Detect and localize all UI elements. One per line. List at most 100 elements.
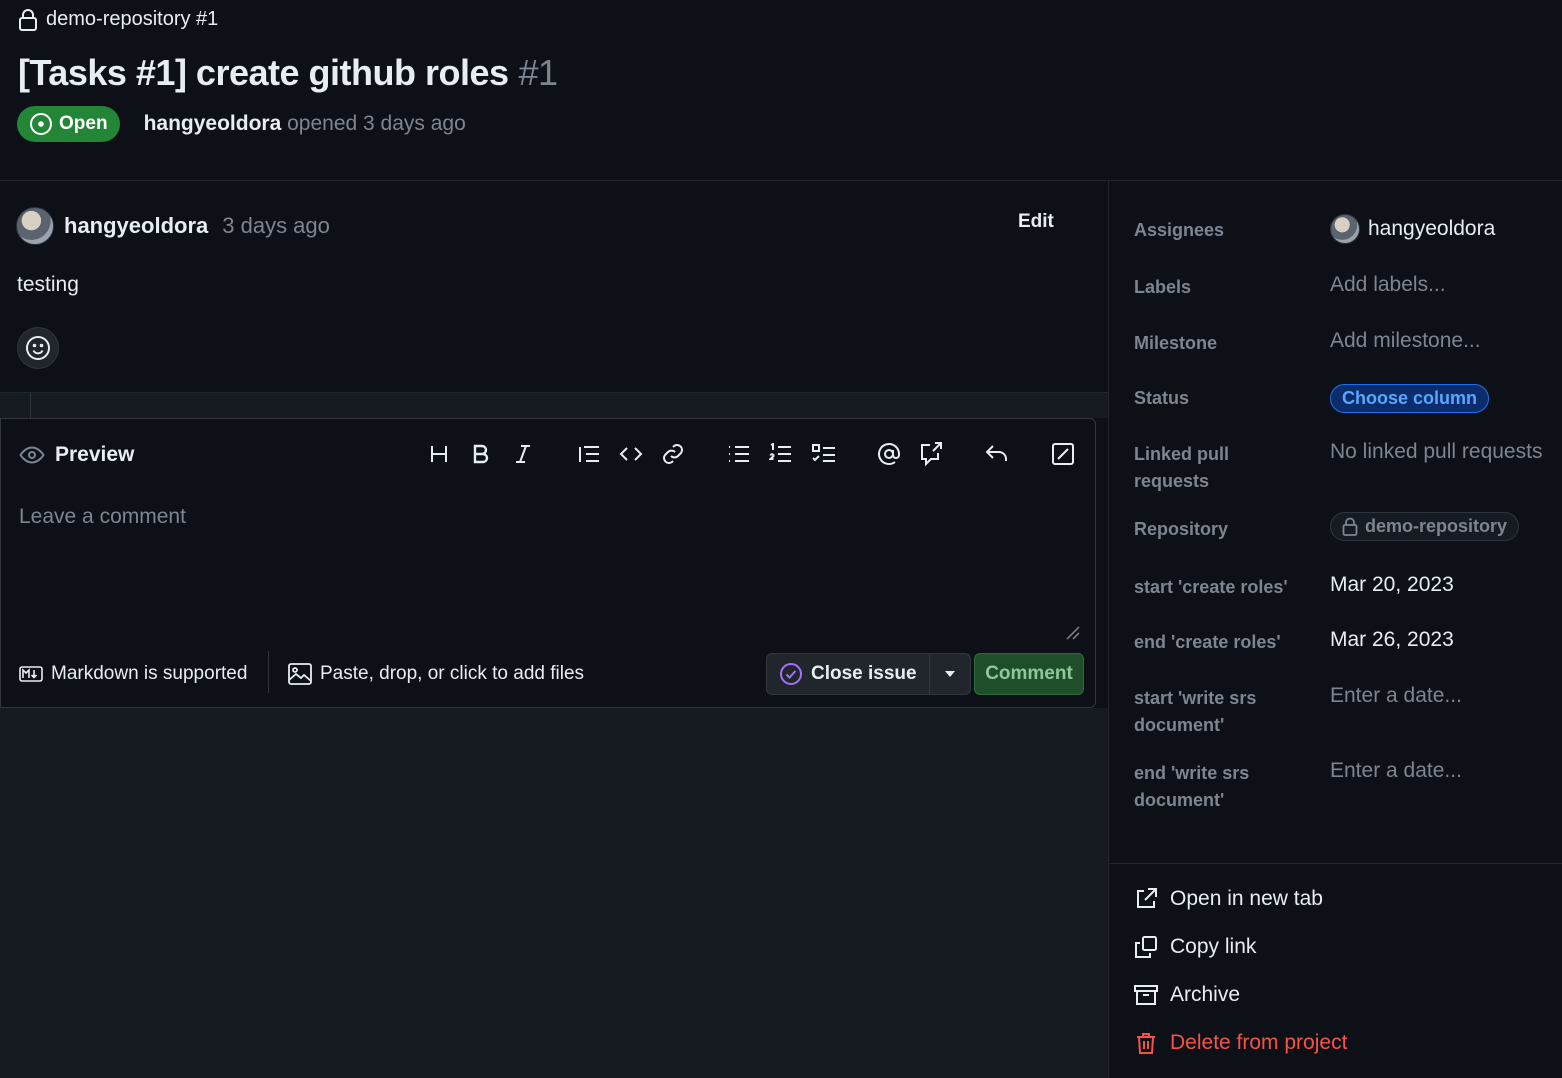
- comment-header: hangyeoldora 3 days ago: [16, 207, 330, 245]
- close-issue-group: Close issue: [766, 653, 971, 695]
- quote-button[interactable]: [574, 439, 604, 469]
- copy-icon: [1134, 935, 1158, 959]
- comment-body: testing: [17, 273, 79, 296]
- link-button[interactable]: [658, 439, 688, 469]
- repo-reference[interactable]: demo-repository #1: [18, 8, 218, 31]
- at-sign-icon: [876, 441, 902, 467]
- add-reaction-button[interactable]: [17, 327, 59, 369]
- field-value-start-write-srs[interactable]: Enter a date...: [1330, 684, 1462, 708]
- mention-button[interactable]: [874, 439, 904, 469]
- image-icon: [288, 663, 312, 685]
- field-label-linked-prs: Linked pull requests: [1134, 444, 1230, 491]
- markdown-note[interactable]: Markdown is supported: [19, 663, 247, 685]
- resize-handle-icon[interactable]: [1065, 625, 1081, 641]
- sidebar-divider: [1109, 863, 1562, 864]
- italic-button[interactable]: [508, 439, 538, 469]
- timeline-divider: [0, 392, 1108, 419]
- copy-link-button[interactable]: Copy link: [1134, 935, 1256, 959]
- heading-button[interactable]: [424, 439, 454, 469]
- comment-button[interactable]: Comment: [974, 653, 1084, 695]
- field-label-start-create-roles: start 'create roles': [1134, 577, 1288, 597]
- link-icon: [661, 442, 685, 466]
- add-files-text: Paste, drop, or click to add files: [320, 663, 585, 684]
- issue-main: hangyeoldora 3 days ago Edit testing Pre…: [0, 181, 1108, 1078]
- reference-button[interactable]: [916, 439, 946, 469]
- delete-from-project-button[interactable]: Delete from project: [1134, 1031, 1347, 1055]
- comment-input[interactable]: Leave a comment: [19, 505, 186, 529]
- issue-number: #1: [518, 52, 559, 93]
- field-value-assignees[interactable]: hangyeoldora: [1330, 214, 1495, 244]
- issue-open-icon: [29, 112, 53, 136]
- numbered-list-icon: [769, 443, 793, 465]
- task-list-button[interactable]: [809, 439, 839, 469]
- open-in-new-tab-button[interactable]: Open in new tab: [1134, 887, 1323, 911]
- repository-name: demo-repository: [1365, 516, 1508, 536]
- editor-footer: Markdown is supported Paste, drop, or cl…: [1, 651, 1095, 709]
- comment-time[interactable]: 3 days ago: [222, 213, 330, 239]
- page-title: [Tasks #1] create github roles #1: [18, 52, 558, 94]
- field-value-milestone[interactable]: Add milestone...: [1330, 329, 1481, 353]
- field-label-labels: Labels: [1134, 277, 1192, 297]
- bold-icon: [471, 444, 491, 464]
- field-label-start-write-srs: start 'write srs document': [1134, 688, 1257, 735]
- opened-time: opened 3 days ago: [287, 112, 466, 135]
- tab-preview[interactable]: Preview: [19, 443, 134, 467]
- field-value-end-write-srs[interactable]: Enter a date...: [1330, 759, 1462, 783]
- archive-icon: [1134, 983, 1158, 1007]
- close-issue-label: Close issue: [811, 663, 917, 684]
- bold-button[interactable]: [466, 439, 496, 469]
- field-value-start-create-roles[interactable]: Mar 20, 2023: [1330, 573, 1454, 597]
- field-label-milestone: Milestone: [1134, 333, 1218, 353]
- timeline-line: [30, 393, 31, 419]
- issue-title-text: [Tasks #1] create github roles: [18, 52, 509, 93]
- quote-icon: [577, 444, 601, 464]
- repo-reference-text: demo-repository #1: [46, 8, 219, 30]
- issue-author-link[interactable]: hangyeoldora: [144, 112, 282, 135]
- avatar: [1330, 214, 1360, 244]
- repository-pill[interactable]: demo-repository: [1330, 512, 1520, 541]
- chevron-down-icon: [944, 670, 956, 678]
- archive-button[interactable]: Archive: [1134, 983, 1240, 1007]
- trash-icon: [1134, 1031, 1158, 1055]
- main-empty-area: [0, 708, 1108, 1078]
- close-issue-button[interactable]: Close issue: [767, 654, 930, 694]
- field-value-repository[interactable]: demo-repository: [1330, 512, 1520, 541]
- ordered-list-button[interactable]: [766, 439, 796, 469]
- field-value-labels[interactable]: Add labels...: [1330, 273, 1446, 297]
- editor-toolbar: Preview: [1, 419, 1095, 491]
- code-button[interactable]: [616, 439, 646, 469]
- fullscreen-button[interactable]: [1048, 439, 1078, 469]
- add-files-button[interactable]: Paste, drop, or click to add files: [288, 663, 584, 685]
- field-value-end-create-roles[interactable]: Mar 26, 2023: [1330, 628, 1454, 652]
- comment-author[interactable]: hangyeoldora: [64, 213, 208, 239]
- check-circle-icon: [779, 662, 803, 686]
- footer-divider: [268, 651, 269, 693]
- lock-icon: [1342, 517, 1358, 536]
- edit-square-icon: [1051, 442, 1075, 466]
- status-badge: Open: [17, 106, 120, 142]
- saved-replies-button[interactable]: [982, 439, 1012, 469]
- close-options-button[interactable]: [930, 654, 970, 694]
- unordered-list-button[interactable]: [724, 439, 754, 469]
- tab-preview-label: Preview: [55, 443, 135, 466]
- avatar[interactable]: [16, 207, 54, 245]
- code-icon: [619, 444, 643, 464]
- markdown-note-text: Markdown is supported: [51, 663, 248, 684]
- issue-state-row: Open hangyeoldora opened 3 days ago: [17, 106, 466, 142]
- lock-icon: [18, 8, 38, 31]
- status-column-pill[interactable]: Choose column: [1330, 384, 1490, 413]
- field-label-end-create-roles: end 'create roles': [1134, 632, 1281, 652]
- field-label-assignees: Assignees: [1134, 220, 1225, 240]
- archive-label: Archive: [1170, 983, 1241, 1006]
- external-link-icon: [1134, 887, 1158, 911]
- copy-link-label: Copy link: [1170, 935, 1257, 958]
- reply-icon: [985, 443, 1009, 465]
- italic-icon: [513, 444, 533, 464]
- cross-reference-icon: [918, 441, 944, 467]
- field-value-status[interactable]: Choose column: [1330, 384, 1490, 413]
- delete-from-project-label: Delete from project: [1170, 1031, 1348, 1054]
- markdown-icon: [19, 666, 43, 682]
- field-label-repository: Repository: [1134, 519, 1229, 539]
- smiley-icon: [25, 335, 51, 361]
- edit-button[interactable]: Edit: [1018, 211, 1054, 233]
